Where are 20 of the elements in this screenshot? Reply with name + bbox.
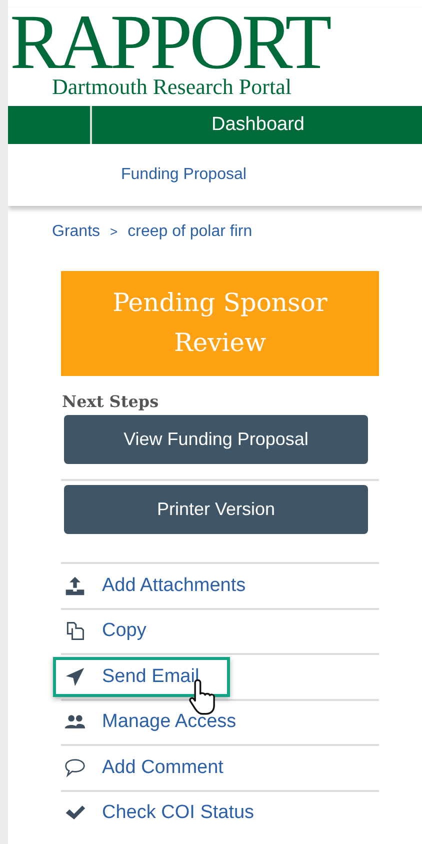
speech-bubble-icon xyxy=(64,756,86,779)
paper-plane-icon xyxy=(64,666,86,688)
action-button[interactable]: Printer Version xyxy=(64,485,368,534)
nav-link[interactable]: Dashboard xyxy=(92,106,422,144)
action-link[interactable]: Manage Access xyxy=(53,702,248,742)
section-title: Next Steps xyxy=(62,392,160,411)
action-link[interactable]: Check COI Status xyxy=(53,793,266,834)
logo-title: RAPPORT xyxy=(10,10,329,74)
logo-subtitle: Dartmouth Research Portal xyxy=(52,76,292,98)
action-button[interactable]: View Funding Proposal xyxy=(64,415,368,464)
action-link[interactable]: Add Attachments xyxy=(53,566,257,606)
breadcrumb-link[interactable]: Grants xyxy=(52,223,100,241)
breadcrumb-separator: > xyxy=(110,224,118,239)
status-banner: Pending Sponsor Review xyxy=(61,271,379,376)
action-link[interactable]: Copy xyxy=(53,611,158,652)
upload-icon xyxy=(64,574,86,597)
action-link[interactable]: Add Comment xyxy=(53,748,234,788)
copy-icon xyxy=(64,620,86,642)
subnav-link[interactable]: Funding Proposal xyxy=(121,166,246,184)
breadcrumb-link[interactable]: creep of polar firn xyxy=(128,223,252,241)
